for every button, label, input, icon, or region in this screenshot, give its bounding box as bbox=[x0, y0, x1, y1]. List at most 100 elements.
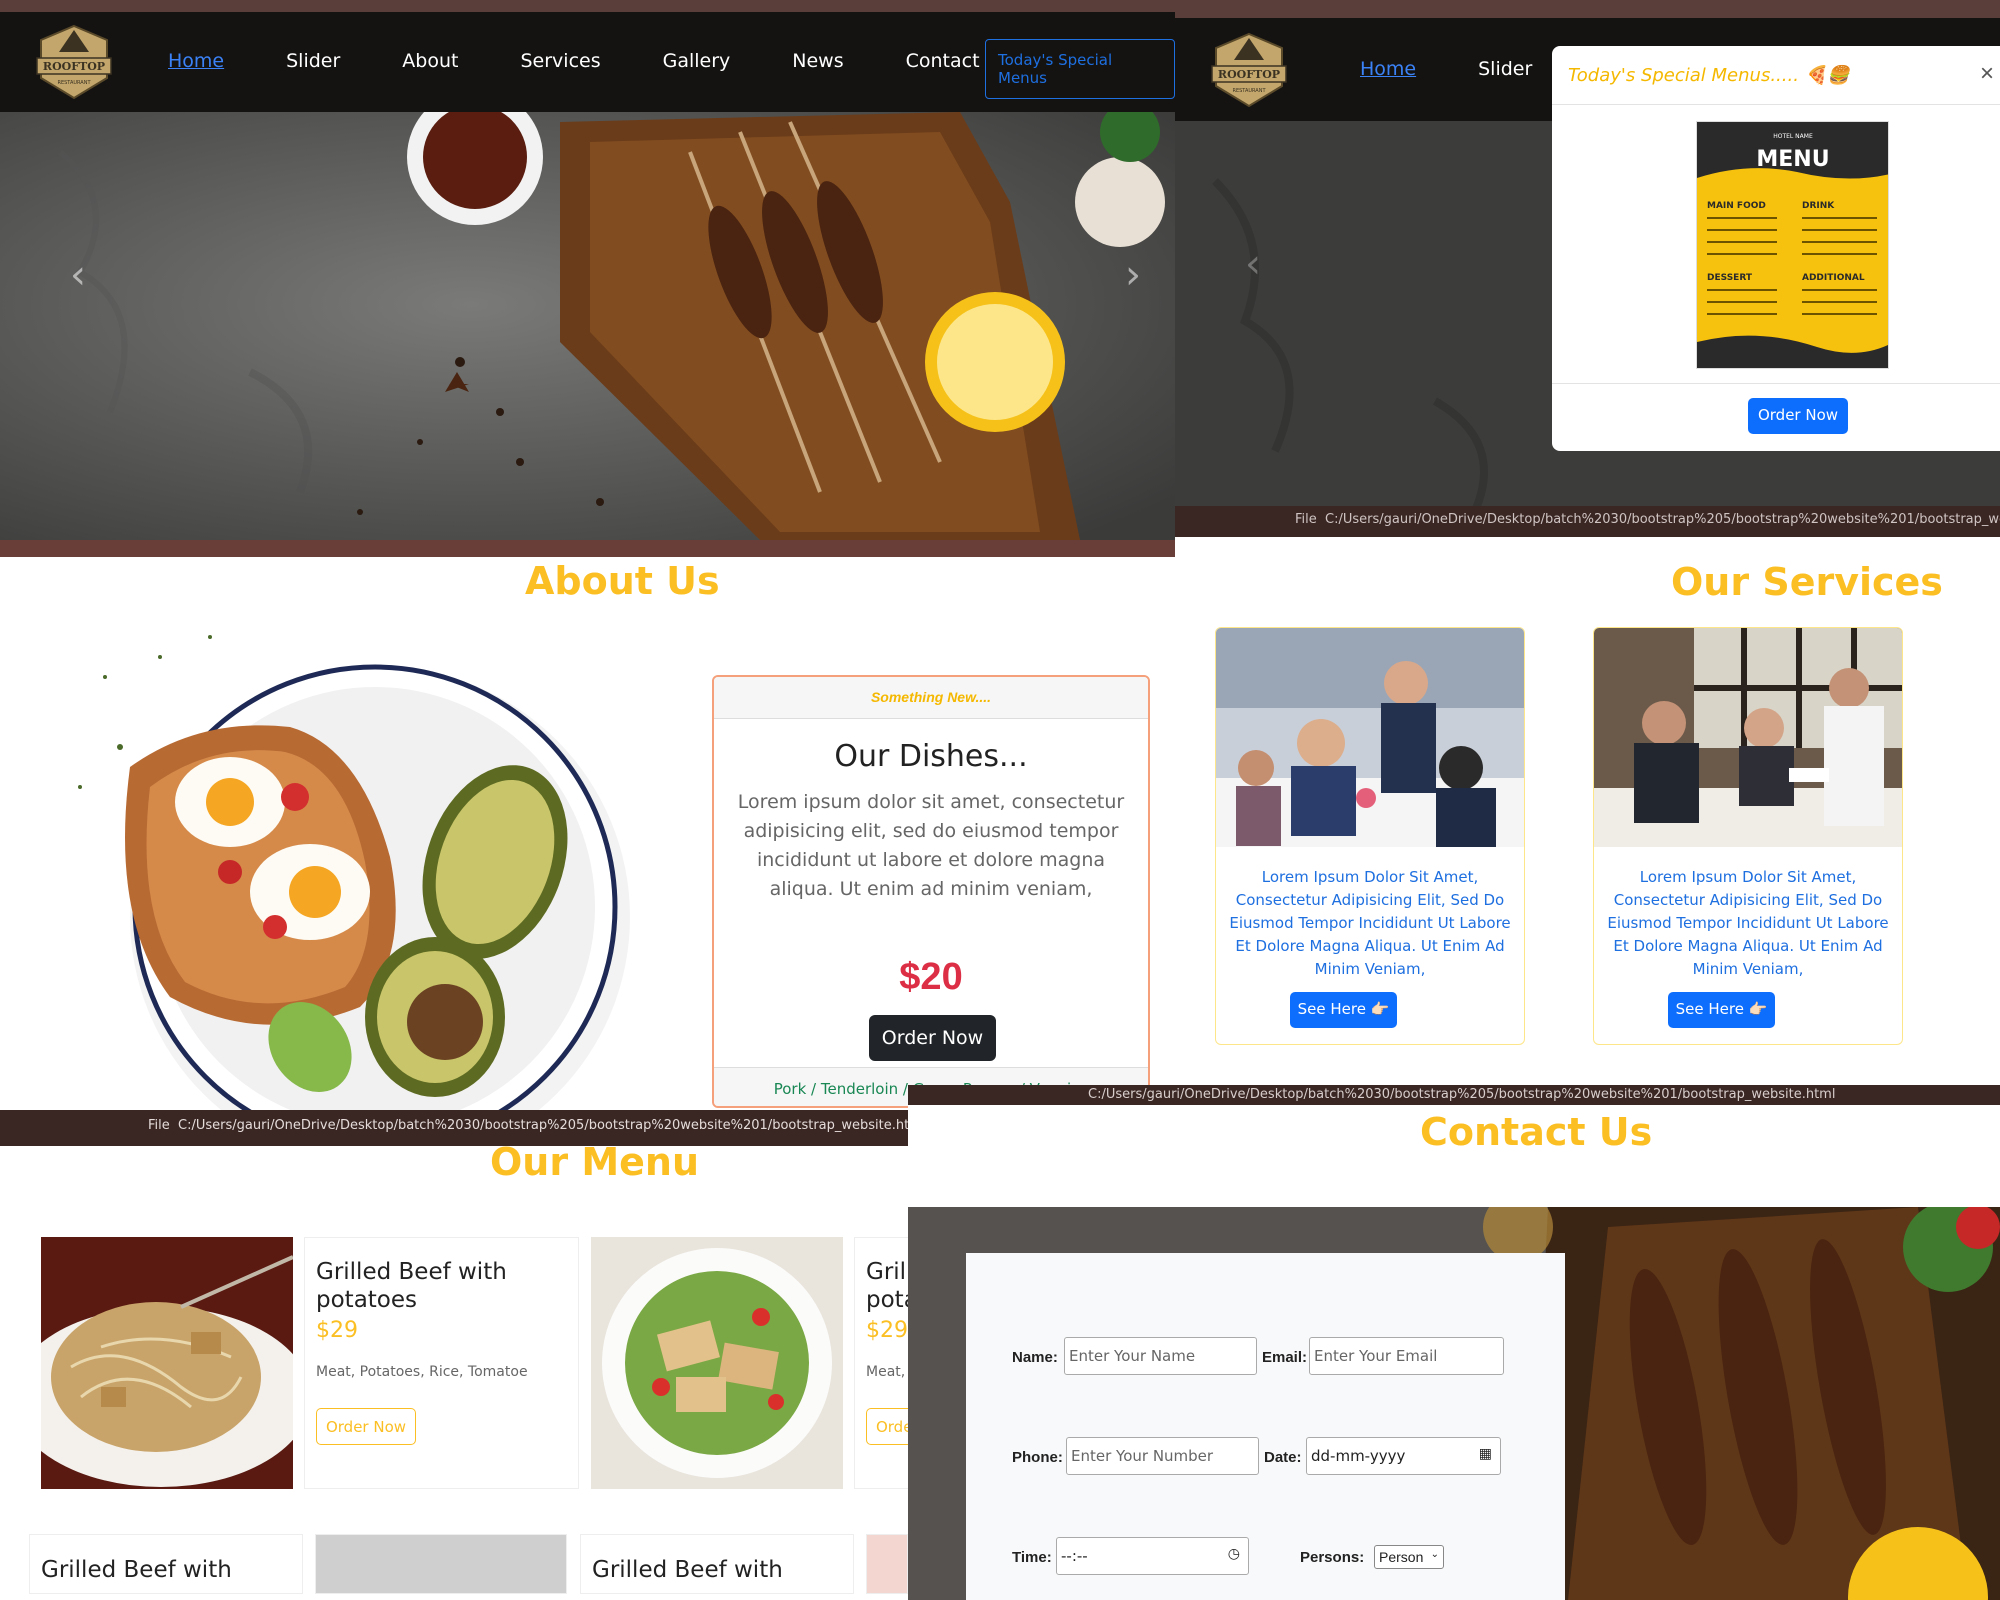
reservation-form: Name: Enter Your Name Email: Enter Your … bbox=[966, 1253, 1565, 1600]
logo-text: ROOFTOP bbox=[43, 60, 105, 73]
clock-icon[interactable]: ◷ bbox=[1228, 1546, 1240, 1562]
chevron-down-icon: ⌄ bbox=[1430, 1549, 1439, 1560]
see-here-button[interactable]: See Here 👉🏻 bbox=[1668, 992, 1775, 1028]
menu-item-desc: Meat, Potatoes, Rice, Tomatoe bbox=[316, 1364, 528, 1380]
menu-item-desc: Meat, Potatoes, Rice, Tomatoe bbox=[866, 1364, 908, 1380]
dish-card-text: Lorem ipsum dolor sit amet, consectetur … bbox=[737, 791, 1125, 900]
nav-services[interactable]: Services bbox=[520, 50, 600, 72]
date-field[interactable]: dd-mm-yyyy ▦ bbox=[1306, 1437, 1501, 1475]
modal-title: Today's Special Menus..... 🍕🍔 bbox=[1568, 64, 1850, 86]
section-divider bbox=[0, 540, 1175, 557]
service-card: Lorem Ipsum Dolor Sit Amet, Consectetur … bbox=[1215, 627, 1525, 1045]
persons-label: Persons: bbox=[1300, 1549, 1365, 1566]
menu-order-button[interactable]: Order Now bbox=[316, 1408, 416, 1445]
browser-top-strip bbox=[1175, 0, 2000, 18]
phone-field[interactable]: Enter Your Number bbox=[1066, 1437, 1259, 1475]
email-field[interactable]: Enter Your Email bbox=[1309, 1337, 1504, 1375]
nav-gallery[interactable]: Gallery bbox=[663, 50, 731, 72]
services-section: Our Services Lorem Ipsum Dolor Sit Amet,… bbox=[1175, 537, 2000, 1085]
carousel-next-icon[interactable]: › bbox=[1125, 252, 1141, 298]
menu-title: Our Menu bbox=[490, 1140, 700, 1184]
contact-title: Contact Us bbox=[1420, 1110, 1653, 1154]
menu-hotel-name: HOTEL NAME bbox=[1773, 133, 1813, 140]
menu-card-image: HOTEL NAME MENU MAIN FOOD DRINK DESSERT … bbox=[1696, 121, 1889, 369]
carousel-prev-icon[interactable]: ‹ bbox=[70, 252, 86, 298]
date-label: Date: bbox=[1264, 1449, 1302, 1466]
special-menu-modal: Today's Special Menus..... 🍕🍔 × HOTEL NA… bbox=[1552, 46, 2000, 451]
url-text: C:/Users/gauri/OneDrive/Desktop/batch%20… bbox=[178, 1118, 908, 1133]
service-text: Lorem Ipsum Dolor Sit Amet, Consectetur … bbox=[1229, 868, 1511, 978]
name-field[interactable]: Enter Your Name bbox=[1064, 1337, 1257, 1375]
close-icon[interactable]: × bbox=[1980, 60, 1994, 88]
nav-home[interactable]: Home bbox=[168, 50, 224, 72]
menu-item-name: Grilled Beef with bbox=[41, 1557, 232, 1583]
time-value: --:-- bbox=[1061, 1547, 1088, 1565]
navbar: ROOFTOP RESTAURANT Home Slider About Ser… bbox=[0, 12, 1175, 112]
menu-item-name: Grilled Beef with bbox=[592, 1557, 783, 1583]
browser-url-bar[interactable]: C:/Users/gauri/OneDrive/Desktop/batch%20… bbox=[908, 1085, 2000, 1105]
see-here-button[interactable]: See Here 👉🏻 bbox=[1290, 992, 1397, 1028]
special-menus-button[interactable]: Today's Special Menus bbox=[985, 39, 1175, 99]
logo-text: ROOFTOP bbox=[1218, 68, 1280, 81]
browser-top-strip bbox=[0, 0, 1175, 12]
nav-news[interactable]: News bbox=[792, 50, 843, 72]
dish-card-title: Our Dishes... bbox=[834, 739, 1028, 774]
dish-card-header: Something New.... bbox=[714, 677, 1148, 719]
browser-url-bar[interactable]: File C:/Users/gauri/OneDrive/Desktop/bat… bbox=[0, 1110, 908, 1146]
menu-item-card: Grilled Beef with potatoes $29 Meat, Pot… bbox=[304, 1237, 579, 1489]
menu-image-noodles bbox=[41, 1237, 293, 1489]
email-label: Email: bbox=[1262, 1349, 1308, 1366]
contact-section: C:/Users/gauri/OneDrive/Desktop/batch%20… bbox=[908, 1085, 2000, 1600]
modal-footer: Order Now bbox=[1552, 383, 2000, 451]
menu-section-dessert: DESSERT bbox=[1707, 273, 1753, 283]
nav-slider[interactable]: Slider bbox=[1478, 58, 1532, 80]
modal-order-button[interactable]: Order Now bbox=[1748, 398, 1848, 434]
services-title: Our Services bbox=[1671, 560, 1943, 604]
menu-section-additional: ADDITIONAL bbox=[1802, 273, 1865, 283]
url-prefix: File bbox=[148, 1118, 170, 1133]
service-card: Lorem Ipsum Dolor Sit Amet, Consectetur … bbox=[1593, 627, 1903, 1045]
dish-card: Something New.... Our Dishes... Lorem ip… bbox=[712, 675, 1150, 1108]
time-field[interactable]: --:-- ◷ bbox=[1056, 1537, 1249, 1575]
modal-header: Today's Special Menus..... 🍕🍔 bbox=[1552, 46, 2000, 105]
menu-section: File C:/Users/gauri/OneDrive/Desktop/bat… bbox=[0, 1110, 908, 1600]
persons-select[interactable]: Person ⌄ bbox=[1374, 1545, 1444, 1569]
rooftop-logo[interactable]: ROOFTOP RESTAURANT bbox=[33, 22, 115, 102]
menu-item-price: $29 bbox=[316, 1318, 358, 1343]
about-title: About Us bbox=[525, 559, 720, 603]
service-image-dining bbox=[1216, 628, 1524, 847]
dish-order-button[interactable]: Order Now bbox=[869, 1015, 996, 1061]
persons-value: Person bbox=[1379, 1549, 1424, 1565]
rooftop-logo[interactable]: ROOFTOP RESTAURANT bbox=[1208, 30, 1290, 110]
url-prefix: File bbox=[1295, 512, 1317, 527]
menu-item-card: Grilled Beef with bbox=[29, 1534, 303, 1594]
menu-image-salad bbox=[591, 1237, 843, 1489]
menu-item-card: Grilled Beef with bbox=[580, 1534, 854, 1594]
dish-plate-image bbox=[60, 617, 660, 1110]
menu-image bbox=[315, 1534, 567, 1594]
menu-heading: MENU bbox=[1756, 147, 1829, 172]
menu-section-main: MAIN FOOD bbox=[1707, 201, 1766, 211]
nav-links: Home Slider About Services Gallery News … bbox=[168, 50, 1042, 72]
carousel-prev-icon[interactable]: ‹ bbox=[1245, 241, 1261, 287]
dish-price: $20 bbox=[899, 956, 963, 998]
time-label: Time: bbox=[1012, 1549, 1052, 1566]
menu-item-name: Grilled Beef with potatoes bbox=[866, 1259, 908, 1313]
date-value: dd-mm-yyyy bbox=[1311, 1447, 1406, 1465]
menu-order-button[interactable]: Order Now bbox=[866, 1408, 908, 1445]
hero-slide: ‹ › bbox=[0, 112, 1175, 540]
menu-section-drink: DRINK bbox=[1802, 201, 1835, 211]
service-text: Lorem Ipsum Dolor Sit Amet, Consectetur … bbox=[1607, 868, 1889, 978]
menu-item-card: Grilled Beef with potatoes $29 Meat, Pot… bbox=[854, 1237, 908, 1489]
nav-slider[interactable]: Slider bbox=[286, 50, 340, 72]
nav-about[interactable]: About bbox=[402, 50, 458, 72]
nav-contact[interactable]: Contact bbox=[906, 50, 980, 72]
menu-item-name: Grilled Beef with potatoes bbox=[316, 1259, 507, 1313]
calendar-icon[interactable]: ▦ bbox=[1479, 1446, 1492, 1462]
about-section: About Us Something New.... Our Dishes...… bbox=[0, 557, 1175, 1110]
logo-subtext: RESTAURANT bbox=[1232, 88, 1266, 94]
url-text: C:/Users/gauri/OneDrive/Desktop/batch%20… bbox=[1088, 1087, 1836, 1102]
browser-url-bar[interactable]: File C:/Users/gauri/OneDrive/Desktop/bat… bbox=[1175, 506, 2000, 537]
name-label: Name: bbox=[1012, 1349, 1058, 1366]
nav-home[interactable]: Home bbox=[1360, 58, 1416, 80]
